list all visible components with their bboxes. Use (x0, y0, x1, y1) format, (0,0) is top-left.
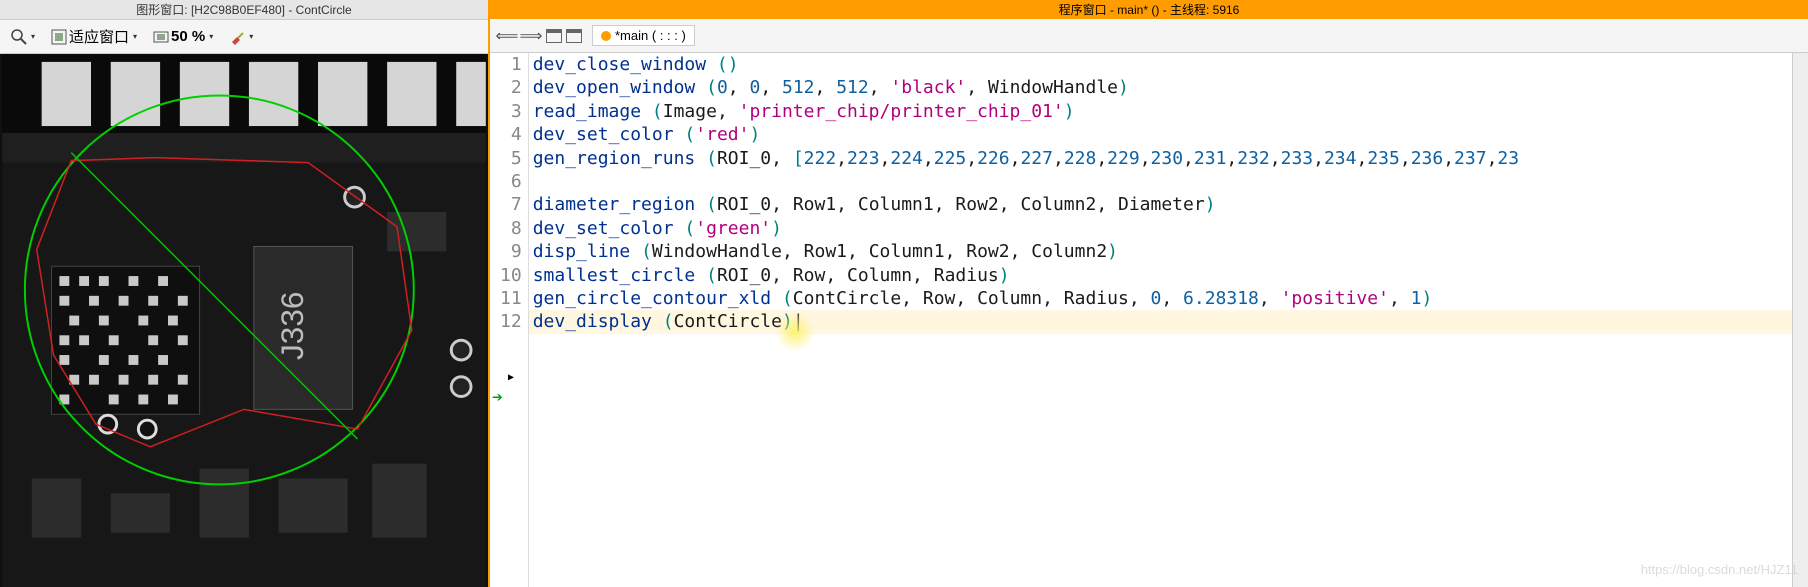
fit-window-button[interactable]: 适应窗口 ▾ (46, 23, 142, 50)
code-line[interactable] (533, 170, 1792, 193)
fit-icon (51, 29, 67, 45)
zoom-tool-button[interactable]: ▾ (6, 26, 40, 48)
fit-h-icon (153, 29, 169, 45)
watermark: https://blog.csdn.net/HJZ11 (1641, 558, 1798, 581)
chip-label: J336 (274, 291, 310, 359)
program-window-pane: 程序窗口 - main* () - 主线程: 5916 ⟸ ⟹ *main ( … (490, 0, 1808, 587)
code-line[interactable]: dev_set_color ('green') (533, 217, 1792, 240)
nav-back-button[interactable]: ⟸ (498, 27, 516, 45)
graphics-canvas[interactable]: J336 (0, 54, 488, 587)
line-gutter: 123456789101112 (490, 53, 529, 587)
program-counter-arrow: ➔ (492, 386, 503, 409)
chevron-down-icon: ▾ (133, 32, 137, 41)
fit-window-label: 适应窗口 (69, 26, 129, 47)
code-line[interactable]: disp_line (WindowHandle, Row1, Column1, … (533, 240, 1792, 263)
chevron-down-icon: ▾ (31, 32, 35, 41)
code-line[interactable]: dev_close_window () (533, 53, 1792, 76)
code-line[interactable]: gen_region_runs (ROI_0, [222,223,224,225… (533, 147, 1792, 170)
magnifier-icon (11, 29, 27, 45)
brush-icon (229, 29, 245, 45)
zoom-level-button[interactable]: 50 % ▾ (148, 25, 218, 48)
code-line[interactable]: smallest_circle (ROI_0, Row, Column, Rad… (533, 264, 1792, 287)
code-line[interactable]: dev_display (ContCircle)| (533, 310, 1792, 333)
code-line[interactable]: dev_open_window (0, 0, 512, 512, 'black'… (533, 76, 1792, 99)
program-toolbar: ⟸ ⟹ *main ( : : : ) (490, 19, 1808, 53)
clear-tool-button[interactable]: ▾ (224, 26, 258, 48)
code-line[interactable]: read_image (Image, 'printer_chip/printer… (533, 100, 1792, 123)
zoom-level-label: 50 % (171, 28, 205, 45)
chevron-down-icon: ▾ (209, 32, 213, 41)
window-show-button[interactable] (566, 29, 582, 43)
modified-dot-icon (601, 31, 611, 41)
vertical-scrollbar[interactable] (1792, 53, 1808, 587)
graphics-toolbar: ▾ 适应窗口 ▾ 50 % ▾ ▾ (0, 20, 488, 54)
code-line[interactable]: gen_circle_contour_xld (ContCircle, Row,… (533, 287, 1792, 310)
window-list-button[interactable] (546, 29, 562, 43)
chevron-down-icon: ▾ (249, 32, 253, 41)
code-lines[interactable]: dev_close_window ()dev_open_window (0, 0… (529, 53, 1792, 357)
program-window-title: 程序窗口 - main* () - 主线程: 5916 (490, 0, 1808, 19)
tab-main-label: *main ( : : : ) (615, 28, 686, 43)
pcb-overlay: J336 (0, 54, 488, 587)
code-editor[interactable]: 123456789101112 dev_close_window ()dev_o… (490, 53, 1808, 587)
graphics-window-pane: 图形窗口: [H2C98B0EF480] - ContCircle ▾ 适应窗口… (0, 0, 490, 587)
tab-main[interactable]: *main ( : : : ) (592, 25, 695, 46)
code-line[interactable]: diameter_region (ROI_0, Row1, Column1, R… (533, 193, 1792, 216)
next-step-marker: ▶ (508, 366, 514, 389)
graphics-window-title: 图形窗口: [H2C98B0EF480] - ContCircle (0, 0, 488, 20)
code-line[interactable]: dev_set_color ('red') (533, 123, 1792, 146)
nav-forward-button[interactable]: ⟹ (522, 27, 540, 45)
